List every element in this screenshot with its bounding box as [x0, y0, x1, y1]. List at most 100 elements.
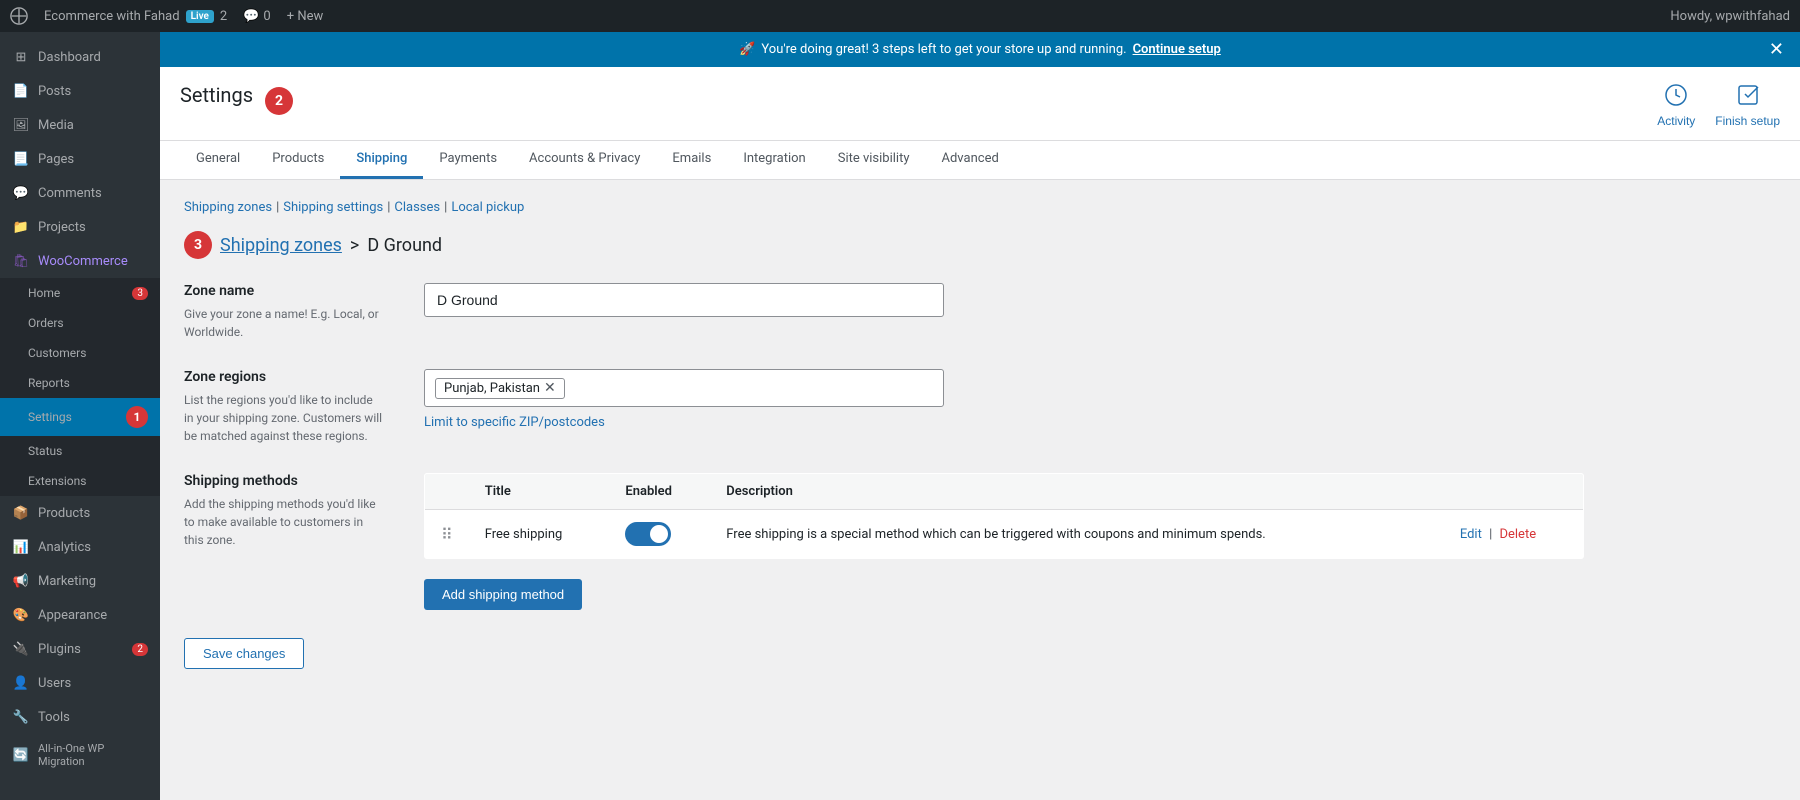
- comments-link[interactable]: 💬 0: [243, 9, 271, 24]
- drag-handle-icon[interactable]: ⠿: [441, 525, 453, 544]
- projects-icon: 📁: [12, 218, 30, 236]
- sidebar-item-plugins[interactable]: 🔌 Plugins 2: [0, 632, 160, 666]
- sidebar-item-status[interactable]: Status: [0, 436, 160, 466]
- method-description: Free shipping is a special method which …: [726, 527, 1265, 542]
- sidebar-label-settings: Settings: [28, 410, 72, 424]
- save-row: Save changes: [184, 638, 1776, 669]
- products-icon: 📦: [12, 504, 30, 522]
- new-content-link[interactable]: + New: [287, 9, 324, 24]
- marketing-icon: 📢: [12, 572, 30, 590]
- zone-regions-field-col: Punjab, Pakistan ✕ Limit to specific ZIP…: [424, 369, 1776, 445]
- zone-regions-description: List the regions you'd like to include i…: [184, 391, 384, 445]
- comments-icon: 💬: [12, 184, 30, 202]
- sidebar-item-customers[interactable]: Customers: [0, 338, 160, 368]
- region-tag-punjab: Punjab, Pakistan ✕: [435, 378, 565, 399]
- sidebar-item-home[interactable]: Home 3: [0, 278, 160, 308]
- breadcrumb-current: D Ground: [367, 235, 442, 256]
- zone-name-input[interactable]: [424, 283, 944, 317]
- zone-regions-label-col: Zone regions List the regions you'd like…: [184, 369, 384, 445]
- subnav-shipping-zones[interactable]: Shipping zones: [184, 200, 272, 215]
- sidebar-label-media: Media: [38, 118, 74, 133]
- method-description-cell: Free shipping is a special method which …: [710, 510, 1444, 559]
- subnav-local-pickup[interactable]: Local pickup: [451, 200, 524, 215]
- sidebar-item-pages[interactable]: 📃 Pages: [0, 142, 160, 176]
- save-changes-button[interactable]: Save changes: [184, 638, 304, 669]
- sidebar-item-settings[interactable]: Settings 1: [0, 398, 160, 436]
- activity-button[interactable]: Activity: [1657, 83, 1695, 128]
- comments-count: 0: [263, 9, 270, 24]
- zone-regions-tag-input[interactable]: Punjab, Pakistan ✕: [424, 369, 944, 407]
- plugins-badge: 2: [132, 643, 148, 656]
- delete-method-link[interactable]: Delete: [1499, 527, 1536, 542]
- live-badge: Live: [186, 10, 214, 23]
- sidebar-item-marketing[interactable]: 📢 Marketing: [0, 564, 160, 598]
- tab-emails[interactable]: Emails: [656, 141, 727, 179]
- sidebar-item-products[interactable]: 📦 Products: [0, 496, 160, 530]
- shipping-methods-heading: Shipping methods: [184, 473, 384, 489]
- th-title: Title: [469, 474, 610, 510]
- step3-badge: 3: [184, 231, 212, 259]
- sidebar-item-appearance[interactable]: 🎨 Appearance: [0, 598, 160, 632]
- sidebar-item-extensions[interactable]: Extensions: [0, 466, 160, 496]
- sidebar-label-woocommerce: WooCommerce: [38, 254, 128, 269]
- zone-regions-section: Zone regions List the regions you'd like…: [184, 369, 1776, 445]
- howdy-text: Howdy, wpwithfahad: [1670, 9, 1790, 24]
- region-tag-remove[interactable]: ✕: [544, 381, 556, 395]
- main-content: 🚀 You're doing great! 3 steps left to ge…: [160, 32, 1800, 800]
- content-area: Shipping zones | Shipping settings | Cla…: [160, 180, 1800, 800]
- sidebar-label-orders: Orders: [28, 316, 64, 330]
- activity-icon: [1664, 83, 1688, 110]
- breadcrumb-shipping-zones-link[interactable]: Shipping zones: [220, 235, 342, 256]
- tab-integration[interactable]: Integration: [727, 141, 821, 179]
- appearance-icon: 🎨: [12, 606, 30, 624]
- tab-shipping[interactable]: Shipping: [340, 141, 423, 179]
- dashboard-icon: ⊞: [12, 48, 30, 66]
- subnav-classes[interactable]: Classes: [394, 200, 440, 215]
- sidebar-item-posts[interactable]: 📄 Posts: [0, 74, 160, 108]
- tab-general[interactable]: General: [180, 141, 256, 179]
- comment-icon: 💬: [243, 9, 259, 24]
- tab-payments[interactable]: Payments: [423, 141, 513, 179]
- edit-method-link[interactable]: Edit: [1460, 527, 1482, 542]
- users-icon: 👤: [12, 674, 30, 692]
- notice-bar: 🚀 You're doing great! 3 steps left to ge…: [160, 32, 1800, 67]
- sidebar-label-comments: Comments: [38, 186, 102, 201]
- settings-header: Settings 2 Activity Finish setup: [160, 67, 1800, 141]
- wp-logo[interactable]: [10, 7, 28, 25]
- tab-advanced[interactable]: Advanced: [926, 141, 1015, 179]
- shipping-methods-section: Shipping methods Add the shipping method…: [184, 473, 1776, 610]
- sidebar-item-dashboard[interactable]: ⊞ Dashboard: [0, 40, 160, 74]
- toggle-slider: [625, 522, 671, 546]
- continue-setup-link[interactable]: Continue setup: [1133, 42, 1221, 57]
- sidebar-item-projects[interactable]: 📁 Projects: [0, 210, 160, 244]
- notice-close-button[interactable]: ✕: [1769, 41, 1784, 59]
- add-shipping-method-button[interactable]: Add shipping method: [424, 579, 582, 610]
- sidebar-item-tools[interactable]: 🔧 Tools: [0, 700, 160, 734]
- subnav-shipping-settings[interactable]: Shipping settings: [283, 200, 383, 215]
- sidebar-item-comments[interactable]: 💬 Comments: [0, 176, 160, 210]
- drag-handle-cell: ⠿: [425, 510, 469, 559]
- sidebar-item-users[interactable]: 👤 Users: [0, 666, 160, 700]
- posts-icon: 📄: [12, 82, 30, 100]
- sidebar-item-media[interactable]: 🖼 Media: [0, 108, 160, 142]
- sidebar-item-orders[interactable]: Orders: [0, 308, 160, 338]
- th-description: Description: [710, 474, 1444, 510]
- site-name[interactable]: Ecommerce with Fahad Live 2: [44, 9, 227, 24]
- tab-site-visibility[interactable]: Site visibility: [822, 141, 926, 179]
- shipping-methods-table: Title Enabled Description ⠿: [424, 473, 1584, 559]
- sidebar-item-migration[interactable]: 🔄 All-in-One WP Migration: [0, 734, 160, 776]
- sidebar-label-dashboard: Dashboard: [38, 50, 101, 65]
- sidebar-item-reports[interactable]: Reports: [0, 368, 160, 398]
- sidebar-label-marketing: Marketing: [38, 574, 96, 589]
- sidebar-item-woocommerce[interactable]: 🛍 WooCommerce: [0, 244, 160, 278]
- tab-accounts-privacy[interactable]: Accounts & Privacy: [513, 141, 656, 179]
- tools-icon: 🔧: [12, 708, 30, 726]
- finish-setup-button[interactable]: Finish setup: [1715, 83, 1780, 128]
- shipping-methods-label-col: Shipping methods Add the shipping method…: [184, 473, 384, 610]
- sidebar-label-analytics: Analytics: [38, 540, 91, 555]
- notice-emoji: 🚀: [739, 42, 755, 57]
- tab-products[interactable]: Products: [256, 141, 340, 179]
- limit-postcodes-link[interactable]: Limit to specific ZIP/postcodes: [424, 415, 605, 430]
- sidebar-item-analytics[interactable]: 📊 Analytics: [0, 530, 160, 564]
- method-enabled-toggle[interactable]: [625, 522, 671, 546]
